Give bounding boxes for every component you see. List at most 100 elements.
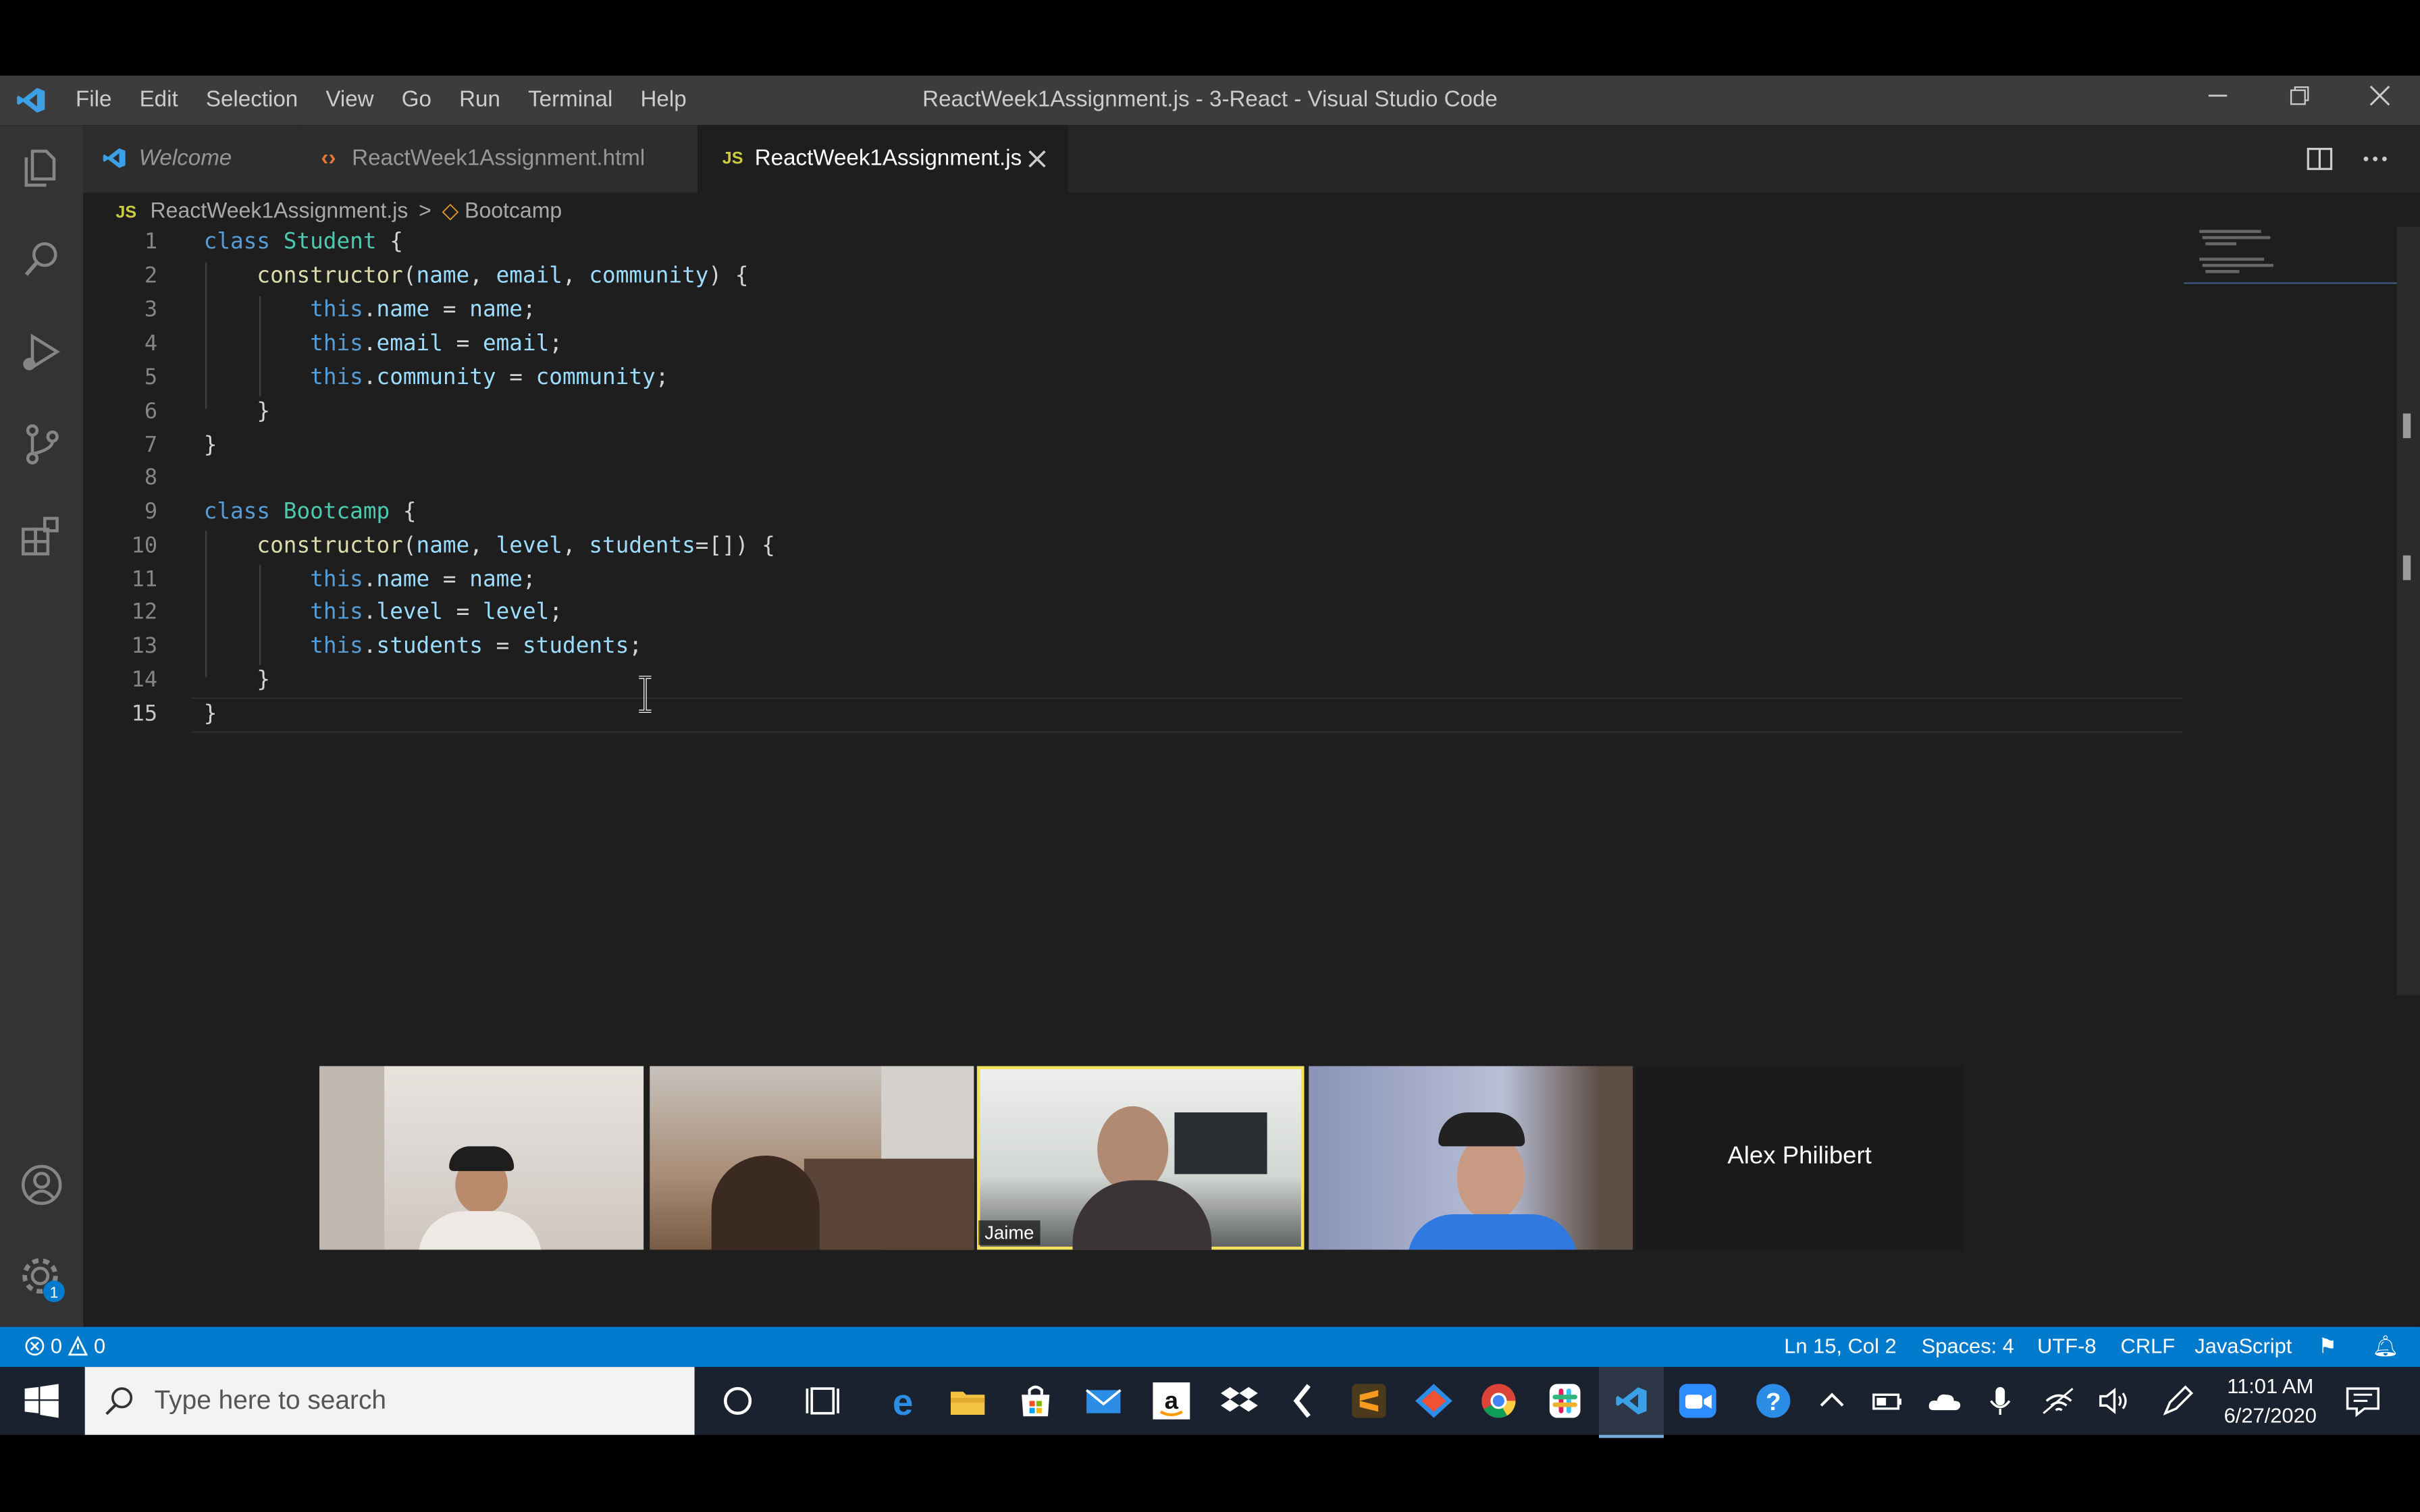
gear-icon[interactable]: 1 <box>16 1251 68 1304</box>
code-line[interactable]: } <box>204 433 217 458</box>
code-line[interactable]: } <box>204 400 270 425</box>
code-line[interactable]: class Bootcamp { <box>204 500 417 525</box>
error-icon <box>25 1336 45 1356</box>
menu-run[interactable]: Run <box>446 76 515 125</box>
encoding[interactable]: UTF-8 <box>2037 1327 2096 1367</box>
sublime-text-icon[interactable] <box>1349 1382 1389 1420</box>
help-icon[interactable]: ? <box>1754 1382 1793 1420</box>
line-number: 8 <box>144 466 158 491</box>
menu-selection[interactable]: Selection <box>192 76 311 125</box>
scrollbar-marker <box>2402 555 2411 580</box>
code-line[interactable]: this.students = students; <box>204 634 642 659</box>
menu-bar: File Edit Selection View Go Run Terminal Help <box>61 76 700 125</box>
task-view-icon[interactable] <box>803 1382 843 1420</box>
video-participant-active[interactable]: Jaime <box>976 1066 1305 1250</box>
code-line[interactable]: constructor(name, email, community) { <box>204 264 748 289</box>
menu-view[interactable]: View <box>312 76 388 125</box>
wifi-icon[interactable] <box>2038 1382 2078 1420</box>
volume-icon[interactable] <box>2095 1382 2134 1420</box>
tab-js-file[interactable]: JS ReactWeek1Assignment.js <box>698 125 1068 193</box>
line-number: 9 <box>144 500 158 525</box>
source-control-icon[interactable] <box>16 418 68 470</box>
explorer-icon[interactable] <box>16 140 68 193</box>
tab-label: Welcome <box>138 146 232 171</box>
menu-edit[interactable]: Edit <box>126 76 192 125</box>
chrome-icon[interactable] <box>1479 1382 1519 1420</box>
line-ending[interactable]: CRLF <box>2121 1327 2176 1367</box>
scrollbar-thumb[interactable] <box>2402 413 2411 439</box>
chevron-up-icon[interactable] <box>1812 1382 1851 1420</box>
line-number: 14 <box>131 668 158 693</box>
amazon-icon[interactable]: a <box>1151 1382 1191 1420</box>
code-line[interactable]: } <box>204 702 217 727</box>
editor-tabs: Welcome ‹› ReactWeek1Assignment.html JS … <box>83 125 2420 193</box>
title-bar: File Edit Selection View Go Run Terminal Help R… <box>0 75 2420 126</box>
code-line[interactable]: this.name = name; <box>204 568 536 593</box>
split-editor-icon[interactable] <box>2306 145 2334 173</box>
problems-indicator[interactable]: 0 0 <box>25 1327 106 1367</box>
windows-start-icon[interactable] <box>24 1384 59 1418</box>
tab-html-file[interactable]: ‹› ReactWeek1Assignment.html <box>299 125 698 193</box>
language-mode[interactable]: JavaScript <box>2194 1327 2292 1367</box>
battery-icon[interactable] <box>1868 1382 1908 1420</box>
close-window-button[interactable] <box>2341 76 2418 125</box>
clock[interactable]: 11:01 AM 6/27/2020 <box>2216 1372 2324 1430</box>
feedback-icon[interactable]: ⚑ <box>2318 1327 2337 1367</box>
svg-text:e: e <box>893 1382 914 1420</box>
taskbar-search[interactable]: Type here to search <box>84 1367 695 1435</box>
menu-help[interactable]: Help <box>627 76 700 125</box>
activity-bar: 1 <box>0 125 84 1327</box>
pen-icon[interactable] <box>2157 1382 2197 1420</box>
dropbox-icon[interactable] <box>1219 1382 1259 1420</box>
video-participant-1[interactable] <box>319 1066 644 1250</box>
video-participant-4[interactable] <box>1309 1066 1633 1250</box>
mail-icon[interactable] <box>1084 1382 1124 1420</box>
microsoft-store-icon[interactable] <box>1016 1382 1055 1420</box>
menu-go[interactable]: Go <box>388 76 445 125</box>
run-debug-icon[interactable] <box>16 325 68 378</box>
zoom-icon[interactable] <box>1678 1382 1718 1420</box>
slack-icon[interactable] <box>1545 1382 1585 1420</box>
notifications-bell-icon[interactable]: 🔔︎ <box>2372 1327 2398 1367</box>
cortana-icon[interactable] <box>718 1382 758 1420</box>
code-line[interactable]: constructor(name, level, students=[]) { <box>204 534 774 559</box>
gitkraken-icon[interactable] <box>1414 1382 1454 1420</box>
file-explorer-icon[interactable] <box>947 1382 987 1420</box>
windows-taskbar: Type here to search e a ? 11:01 AM 6/27/… <box>0 1367 2420 1438</box>
code-line[interactable]: class Student { <box>204 230 403 255</box>
action-center-icon[interactable] <box>2343 1382 2383 1420</box>
search-icon[interactable] <box>16 233 68 286</box>
indentation[interactable]: Spaces: 4 <box>1922 1327 2014 1367</box>
accounts-icon[interactable] <box>16 1159 68 1212</box>
app-icon[interactable] <box>1284 1382 1324 1420</box>
minimap[interactable] <box>2184 227 2397 284</box>
microphone-icon[interactable] <box>1980 1382 2020 1420</box>
restore-button[interactable] <box>2261 76 2338 125</box>
class-symbol-icon: ◇ <box>442 197 459 223</box>
video-participant-name-only[interactable]: Alex Philibert <box>1635 1066 1964 1250</box>
code-line[interactable]: this.community = community; <box>204 366 668 391</box>
menu-file[interactable]: File <box>61 76 126 125</box>
code-line[interactable]: } <box>204 668 270 693</box>
video-participant-2[interactable] <box>650 1066 974 1250</box>
scrollbar[interactable] <box>2396 226 2420 996</box>
code-line[interactable]: this.name = name; <box>204 298 536 323</box>
code-line[interactable]: this.email = email; <box>204 331 562 356</box>
more-actions-icon[interactable] <box>2361 145 2389 173</box>
onedrive-icon[interactable] <box>1924 1382 1964 1420</box>
extensions-icon[interactable] <box>16 511 68 564</box>
breadcrumb-file[interactable]: ReactWeek1Assignment.js <box>151 198 409 223</box>
vscode-taskbar-active[interactable] <box>1598 1367 1664 1438</box>
code-line[interactable]: this.level = level; <box>204 600 562 625</box>
tab-welcome[interactable]: Welcome <box>83 125 300 193</box>
edge-browser-icon[interactable]: e <box>883 1382 922 1420</box>
close-tab-icon[interactable] <box>1028 150 1046 168</box>
cursor-position[interactable]: Ln 15, Col 2 <box>1784 1327 1896 1367</box>
participant-name: Alex Philibert <box>1727 1143 1872 1170</box>
menu-terminal[interactable]: Terminal <box>514 76 626 125</box>
js-file-icon: JS <box>115 203 137 223</box>
breadcrumb-symbol[interactable]: Bootcamp <box>465 198 562 223</box>
minimize-button[interactable] <box>2179 76 2256 125</box>
line-number: 13 <box>131 634 158 659</box>
vscode-logo-icon <box>103 148 126 168</box>
